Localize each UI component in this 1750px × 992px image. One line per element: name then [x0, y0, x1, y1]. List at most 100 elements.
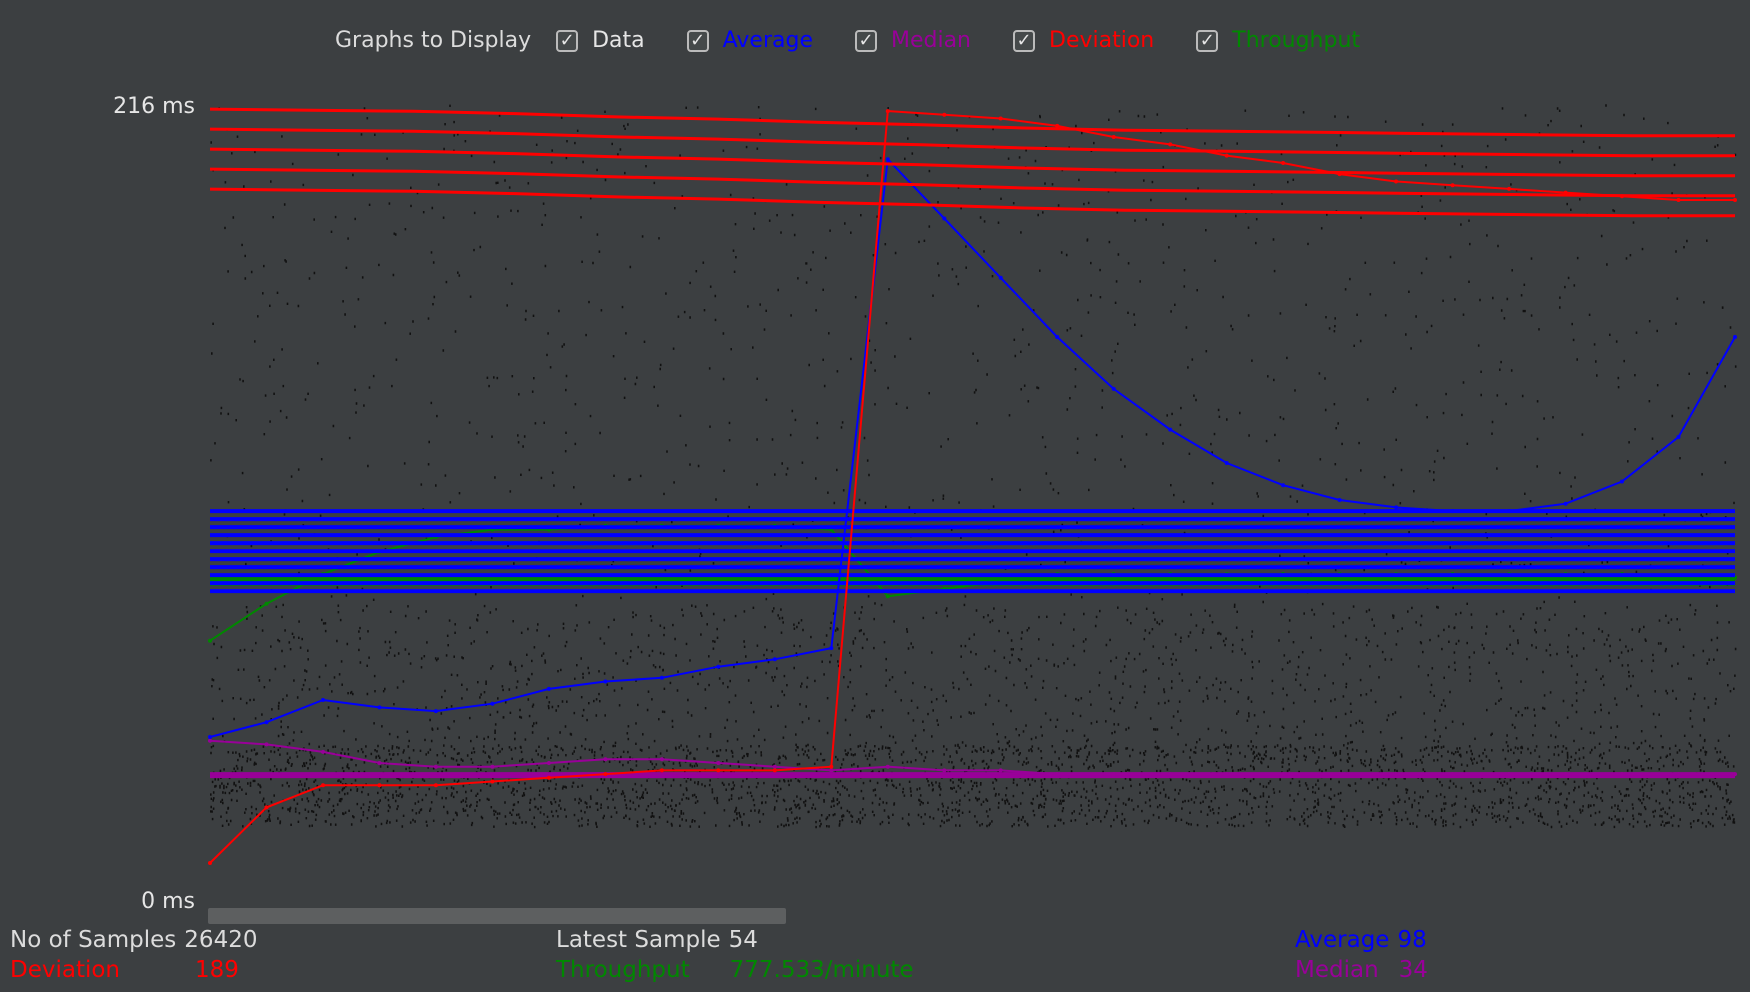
median-point	[885, 764, 890, 769]
average-point	[1733, 335, 1737, 339]
average-point	[546, 686, 551, 691]
deviation-point	[433, 783, 438, 788]
deviation-point	[377, 783, 382, 788]
average-stat-label: Average	[1295, 927, 1390, 953]
deviation-point	[716, 768, 721, 773]
horizontal-scrollbar[interactable]	[208, 908, 786, 924]
throughput-stat-value: 777.533/minute	[729, 957, 914, 983]
median-line	[209, 739, 1735, 776]
deviation-point	[490, 779, 495, 784]
average-point	[1168, 427, 1173, 432]
deviation-point	[264, 805, 269, 810]
average-point	[490, 701, 495, 706]
deviation-point	[1168, 142, 1173, 147]
deviation-point	[1224, 153, 1229, 158]
median-stat: Median 34	[1295, 957, 1428, 983]
deviation-point	[829, 764, 834, 769]
median-point	[1563, 772, 1568, 777]
average-stat: Average 98	[1295, 927, 1427, 953]
deviation-point	[885, 109, 890, 114]
samples-stat: No of Samples 26420	[10, 927, 257, 953]
average-point	[1224, 461, 1229, 465]
average-point	[659, 675, 664, 680]
median-point	[546, 761, 551, 765]
average-point	[829, 646, 834, 651]
median-point	[321, 749, 325, 754]
deviation-point	[321, 783, 325, 788]
median-point	[264, 742, 269, 747]
median-point	[377, 761, 382, 765]
average-point	[1055, 335, 1060, 339]
median-point	[433, 764, 438, 769]
average-point	[998, 275, 1003, 280]
average-point	[1450, 509, 1455, 514]
median-point	[1224, 772, 1229, 777]
median-point	[942, 768, 947, 773]
samples-value: 26420	[184, 927, 258, 953]
median-point	[208, 738, 212, 743]
latest-sample-value: 54	[728, 927, 758, 953]
deviation-point	[1563, 190, 1568, 195]
deviation-point	[1507, 186, 1512, 191]
data-point-cloud	[210, 104, 1737, 829]
average-point	[603, 679, 608, 684]
average-point	[377, 705, 382, 710]
deviation-point	[1733, 198, 1737, 202]
deviation-point	[603, 772, 608, 777]
deviation-stat-value: 189	[195, 957, 239, 983]
average-point	[942, 216, 947, 221]
average-point	[1676, 435, 1681, 439]
deviation-point	[998, 116, 1003, 121]
average-series	[208, 157, 1737, 739]
average-point	[1281, 483, 1286, 488]
median-point	[1450, 772, 1455, 777]
deviation-stat: Deviation 189	[10, 957, 239, 983]
median-point	[490, 764, 495, 769]
average-point	[772, 657, 777, 662]
samples-label: No of Samples	[10, 927, 177, 953]
throughput-point	[208, 638, 212, 643]
deviation-point	[1676, 198, 1681, 202]
deviation-point	[942, 112, 947, 117]
deviation-point	[546, 775, 551, 780]
deviation-point	[1337, 172, 1342, 177]
average-point	[1394, 505, 1399, 510]
data-points	[210, 104, 1737, 829]
average-point	[433, 709, 438, 714]
average-line	[209, 157, 1736, 738]
average-point	[885, 157, 890, 162]
median-point	[659, 757, 664, 762]
median-stat-label: Median	[1295, 957, 1379, 983]
average-point	[208, 735, 212, 739]
average-point	[1620, 479, 1624, 484]
median-point	[1055, 772, 1060, 777]
deviation-point	[1281, 161, 1286, 165]
latest-sample-stat: Latest Sample 54	[556, 927, 758, 953]
median-point	[1337, 772, 1342, 777]
median-point	[1111, 772, 1116, 777]
deviation-point	[1111, 135, 1116, 139]
median-point	[1168, 772, 1173, 777]
throughput-stat-label: Throughput	[556, 957, 690, 983]
average-point	[264, 720, 269, 725]
deviation-point	[659, 768, 664, 773]
deviation-line	[209, 110, 1735, 864]
median-point	[716, 761, 721, 765]
graph-plot	[208, 104, 1737, 865]
median-point	[1507, 772, 1512, 777]
deviation-point	[1450, 183, 1455, 188]
median-stat-value: 34	[1398, 957, 1428, 983]
median-point	[1394, 772, 1399, 777]
median-point	[1676, 772, 1681, 777]
median-point	[998, 768, 1003, 773]
average-point	[1111, 386, 1116, 391]
median-point	[1281, 772, 1286, 777]
median-point	[1620, 772, 1624, 777]
throughput-point	[264, 601, 269, 606]
median-point	[1733, 772, 1737, 777]
average-point	[1337, 498, 1342, 502]
latest-sample-label: Latest Sample	[556, 927, 721, 953]
deviation-point	[208, 861, 212, 865]
throughput-point	[885, 594, 890, 599]
median-point	[772, 764, 777, 769]
